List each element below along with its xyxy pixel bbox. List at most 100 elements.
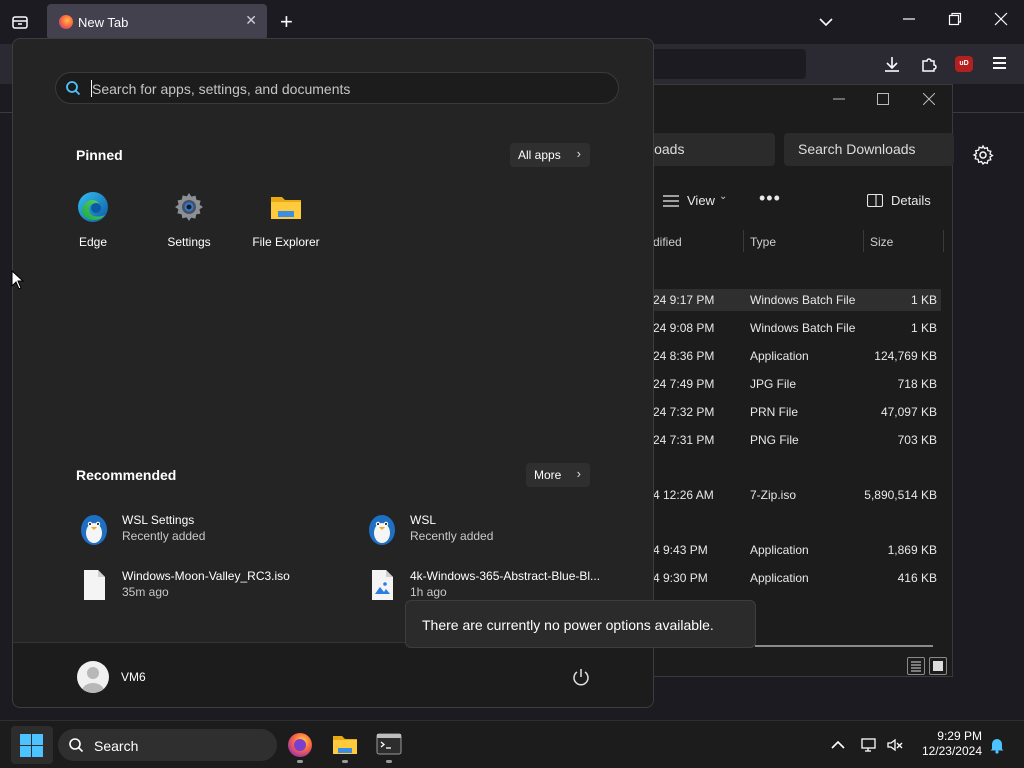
more-label: More [534, 468, 562, 482]
image-file-icon [372, 570, 393, 600]
start-button[interactable] [11, 726, 53, 764]
file-row[interactable]: 24 8:36 PM Application 124,769 KB [613, 345, 941, 367]
column-header-modified[interactable]: dified [653, 235, 682, 249]
folder-icon [333, 736, 357, 754]
power-tooltip: There are currently no power options ava… [405, 600, 756, 648]
penguin-icon [81, 515, 107, 545]
close-window-icon[interactable] [923, 93, 935, 105]
column-separator [863, 230, 864, 252]
column-header-size[interactable]: Size [870, 235, 893, 249]
column-separator [943, 230, 944, 252]
chevron-right-icon: › [576, 146, 581, 161]
start-search-box[interactable]: Search for apps, settings, and documents [55, 72, 619, 104]
extensions-icon[interactable] [919, 54, 939, 74]
taskbar-file-explorer[interactable] [330, 729, 360, 763]
taskbar-search-label: Search [94, 738, 139, 754]
tab-title: New Tab [78, 15, 129, 30]
close-window-icon[interactable] [994, 12, 1008, 26]
recommended-item[interactable]: WSL Recently added [365, 509, 635, 549]
file-modified: 24 7:32 PM [653, 405, 715, 419]
pinned-app-settings[interactable]: Settings [144, 191, 234, 261]
pinned-app-label: Edge [78, 235, 108, 249]
more-button[interactable]: More › [526, 463, 590, 487]
pinned-app-label: File Explorer [252, 235, 320, 249]
tab-close-icon[interactable]: ✕ [245, 12, 257, 29]
file-row[interactable]: 24 7:31 PM PNG File 703 KB [613, 429, 941, 451]
recommended-item-name: WSL Settings [122, 513, 195, 527]
recommended-item[interactable]: Windows-Moon-Valley_RC3.iso 35m ago [77, 565, 347, 605]
list-all-tabs-icon[interactable] [816, 12, 836, 32]
user-name[interactable]: VM6 [121, 670, 146, 684]
all-apps-label: All apps [518, 148, 561, 162]
taskbar-firefox[interactable] [285, 729, 315, 763]
column-header-type[interactable]: Type [750, 235, 776, 249]
chevron-right-icon: › [576, 466, 581, 481]
file-row[interactable]: 24 9:08 PM Windows Batch File 1 KB [613, 317, 941, 339]
edge-icon [78, 192, 108, 222]
firefox-icon [288, 733, 312, 757]
tab-list-icon[interactable] [10, 12, 30, 32]
details-button[interactable]: Details [891, 193, 931, 208]
file-type: Application [750, 571, 809, 585]
settings-gear-icon [175, 193, 203, 221]
file-modified: 24 7:31 PM [653, 433, 715, 447]
new-tab-button[interactable]: + [280, 9, 293, 35]
terminal-icon [376, 733, 402, 755]
notification-bell-icon[interactable] [988, 736, 1006, 754]
recommended-item[interactable]: 4k-Windows-365-Abstract-Blue-Bl... 1h ag… [365, 565, 635, 605]
downloads-icon[interactable] [882, 54, 902, 74]
pinned-app-file-explorer[interactable]: File Explorer [241, 191, 331, 261]
horizontal-scrollbar[interactable] [755, 645, 933, 647]
pinned-app-edge[interactable]: Edge [48, 191, 138, 261]
taskbar-search-box[interactable]: Search [58, 729, 277, 761]
windows-logo-icon [32, 746, 43, 757]
details-view-icon[interactable] [907, 657, 925, 675]
network-monitor-icon[interactable] [860, 736, 878, 754]
minimize-icon[interactable] [902, 12, 916, 26]
app-menu-icon[interactable] [993, 57, 1006, 72]
search-downloads-input[interactable]: Search Downloads [784, 133, 954, 166]
view-button[interactable]: View [687, 193, 715, 208]
volume-muted-icon[interactable] [886, 736, 904, 754]
file-row[interactable]: 24 9:17 PM Windows Batch File 1 KB [613, 289, 941, 311]
file-row[interactable]: 24 7:49 PM JPG File 718 KB [613, 373, 941, 395]
system-clock[interactable]: 9:29 PM 12/23/2024 [918, 729, 982, 759]
file-size: 1,869 KB [887, 543, 937, 557]
customize-gear-icon[interactable] [972, 144, 994, 166]
details-pane-icon [867, 194, 883, 207]
running-indicator [342, 760, 348, 763]
restore-icon[interactable] [948, 12, 962, 26]
power-icon[interactable] [571, 667, 591, 687]
large-icons-view-icon[interactable] [929, 657, 947, 675]
ublock-origin-icon[interactable]: uD [955, 56, 973, 72]
all-apps-button[interactable]: All apps › [510, 143, 590, 167]
pinned-heading: Pinned [76, 147, 123, 163]
file-size: 47,097 KB [880, 405, 937, 419]
file-modified: 24 9:17 PM [653, 293, 715, 307]
file-row[interactable]: 4 9:30 PM Application 416 KB [613, 567, 941, 589]
url-bar[interactable] [640, 49, 806, 79]
more-options-button[interactable]: ••• [759, 188, 781, 209]
recommended-heading: Recommended [76, 467, 177, 483]
avatar[interactable] [77, 661, 109, 693]
file-row[interactable]: 4 12:26 AM 7-Zip.iso 5,890,514 KB [613, 484, 941, 506]
file-row[interactable]: 24 7:32 PM PRN File 47,097 KB [613, 401, 941, 423]
file-size: 1 KB [910, 321, 937, 335]
view-lines-icon [663, 195, 679, 207]
minimize-icon[interactable] [833, 93, 845, 105]
file-row[interactable]: 4 9:43 PM Application 1,869 KB [613, 539, 941, 561]
start-menu-footer: VM6 [13, 642, 653, 707]
maximize-icon[interactable] [877, 93, 889, 105]
taskbar-terminal[interactable] [374, 729, 404, 763]
recommended-item-subtitle: 35m ago [122, 585, 169, 599]
file-size: 124,769 KB [874, 349, 937, 363]
firefox-icon [59, 15, 73, 29]
recommended-item[interactable]: WSL Settings Recently added [77, 509, 347, 549]
show-hidden-icons-chevron-up-icon[interactable] [829, 736, 847, 754]
file-type: Application [750, 349, 809, 363]
running-indicator [297, 760, 303, 763]
browser-tab[interactable]: New Tab ✕ [47, 4, 267, 40]
windows-logo-icon [20, 746, 31, 757]
file-size: 1 KB [910, 293, 937, 307]
windows-logo-icon [32, 734, 43, 745]
